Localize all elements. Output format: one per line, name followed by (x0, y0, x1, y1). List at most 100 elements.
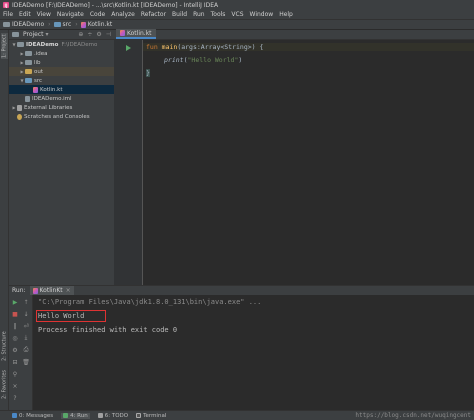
favorites-tool-tab[interactable]: 2: Favorites (1, 368, 8, 400)
code-line-3: } (146, 69, 150, 77)
print-call: print (164, 56, 184, 64)
menu-vcs[interactable]: VCS (231, 11, 243, 18)
run-console[interactable]: "C:\Program Files\Java\jdk1.8.0_131\bin\… (33, 295, 474, 410)
tree-item-out[interactable]: ▶ out (9, 67, 114, 76)
menu-analyze[interactable]: Analyze (111, 11, 135, 18)
layout-icon[interactable]: ⊟ (11, 358, 19, 366)
console-output-hello: Hello World (38, 312, 85, 320)
tree-item-label: Scratches and Consoles (24, 113, 90, 120)
menu-file[interactable]: File (3, 11, 13, 18)
tree-item-src[interactable]: ▼ src (9, 76, 114, 85)
left-tool-strip: 1: Project 2: Structure 2: Favorites (0, 30, 9, 410)
print-icon[interactable]: ⎙ (22, 346, 30, 354)
editor-gutter (114, 40, 143, 285)
breadcrumb-src[interactable]: src (53, 21, 71, 28)
help-icon[interactable]: ? (11, 394, 19, 402)
run-label: 4: Run (70, 412, 88, 419)
editor-tab-bar: Kotlin.kt (114, 29, 474, 40)
editor-tab-label: Kotlin.kt (127, 29, 152, 37)
gear-icon[interactable]: ⚙ (96, 31, 101, 38)
tree-item-external-libraries[interactable]: ▶ External Libraries (9, 103, 114, 112)
chevron-down-icon[interactable]: ▾ (46, 31, 49, 38)
trash-icon[interactable]: 🗑 (22, 358, 30, 366)
pin-icon[interactable]: ⚲ (11, 370, 19, 378)
tree-item-iml[interactable]: IDEADemo.iml (9, 94, 114, 103)
module-file-icon (25, 95, 30, 102)
terminal-label: Terminal (143, 412, 167, 419)
todo-tool-button[interactable]: 6: TODO (97, 412, 129, 419)
scroll-to-end-icon[interactable]: ⤓ (22, 334, 30, 342)
locate-icon[interactable]: ⊕ (78, 31, 83, 38)
menu-run[interactable]: Run (193, 11, 205, 18)
folder-icon (25, 60, 32, 65)
collapse-icon[interactable]: ÷ (87, 31, 92, 38)
close-icon[interactable]: × (11, 382, 19, 390)
menu-tools[interactable]: Tools (211, 11, 226, 18)
settings-icon[interactable]: ⚙ (11, 346, 19, 354)
code-editor[interactable]: fun main(args:Array<String>) { print("He… (143, 40, 474, 285)
project-view-selector[interactable]: Project (23, 31, 44, 38)
kotlin-file-icon (120, 30, 125, 36)
chevron-right-icon: › (75, 21, 78, 28)
chevron-right-icon: › (48, 21, 51, 28)
breadcrumb-project[interactable]: IDEADemo (3, 21, 44, 28)
kotlin-file-icon (32, 287, 38, 294)
run-panel-label: Run: (12, 287, 26, 294)
function-signature: (args:Array<String>) { (177, 43, 264, 51)
code-line-2: print("Hello World") (164, 56, 242, 64)
tree-item-idea[interactable]: ▶ .idea (9, 49, 114, 58)
tree-item-label: out (34, 68, 44, 75)
tree-item-label: IDEADemo (26, 41, 59, 48)
run-panel-header: Run: KotlinKt × (9, 285, 474, 295)
console-exit-message: Process finished with exit code 0 (38, 326, 178, 334)
window-title: IDEADemo [F:\IDEADemo] - ...\src\Kotlin.… (12, 1, 219, 9)
menu-window[interactable]: Window (250, 11, 274, 18)
run-config-tab[interactable]: KotlinKt × (29, 286, 74, 295)
breadcrumb-file-label: Kotlin.kt (87, 21, 113, 28)
run-gutter-icon[interactable] (126, 45, 131, 51)
breadcrumb-file[interactable]: Kotlin.kt (80, 21, 113, 28)
todo-label: 6: TODO (104, 412, 129, 419)
rerun-icon[interactable]: ▶ (11, 298, 19, 306)
hide-icon[interactable]: ⊣ (106, 31, 111, 38)
libraries-icon (17, 104, 22, 111)
soft-wrap-icon[interactable]: ⏎ (22, 322, 30, 330)
dump-threads-icon[interactable]: ◎ (11, 334, 19, 342)
project-panel-tools: ⊕ ÷ ⚙ ⊣ (78, 31, 114, 38)
structure-tool-tab[interactable]: 2: Structure (1, 330, 8, 362)
menu-view[interactable]: View (37, 11, 51, 18)
menu-navigate[interactable]: Navigate (57, 11, 84, 18)
project-view-icon (12, 32, 19, 37)
kotlin-file-icon (80, 21, 86, 28)
tree-item-scratches[interactable]: Scratches and Consoles (9, 112, 114, 121)
messages-label: 0: Messages (19, 412, 54, 419)
project-panel-header: Project ▾ ⊕ ÷ ⚙ ⊣ (9, 30, 114, 40)
messages-tool-button[interactable]: 0: Messages (12, 413, 53, 419)
stop-icon[interactable]: ■ (11, 310, 19, 318)
excluded-folder-icon (25, 69, 32, 74)
editor-tab-kotlin-kt[interactable]: Kotlin.kt (116, 29, 156, 39)
tree-item-project-root[interactable]: ▼ IDEADemo F:\IDEADemo (9, 40, 114, 49)
terminal-tool-button[interactable]: Terminal (136, 413, 166, 419)
tree-item-label: External Libraries (24, 104, 73, 111)
close-icon[interactable]: × (66, 287, 71, 294)
pause-icon[interactable]: ‖ (11, 322, 19, 330)
run-tool-button[interactable]: 4: Run (61, 412, 90, 419)
folder-icon (17, 42, 24, 47)
tree-item-kotlin-kt[interactable]: Kotlin.kt (9, 85, 114, 94)
up-icon[interactable]: ↑ (22, 298, 30, 306)
project-tool-tab[interactable]: 1: Project (1, 33, 8, 59)
menu-code[interactable]: Code (90, 11, 105, 18)
menu-help[interactable]: Help (279, 11, 293, 18)
menu-build[interactable]: Build (172, 11, 187, 18)
code-line-1: fun main(args:Array<String>) { (143, 43, 474, 51)
tree-item-lib[interactable]: ▶ lib (9, 58, 114, 67)
menu-refactor[interactable]: Refactor (141, 11, 166, 18)
watermark-text: https://blog.csdn.net/wuqingcent (355, 411, 471, 419)
tree-item-label: Kotlin.kt (40, 86, 63, 93)
down-icon[interactable]: ↓ (22, 310, 30, 318)
function-name: main (161, 43, 178, 51)
messages-icon (12, 413, 17, 418)
menu-edit[interactable]: Edit (19, 11, 31, 18)
tree-item-path: F:\IDEADemo (61, 41, 98, 48)
